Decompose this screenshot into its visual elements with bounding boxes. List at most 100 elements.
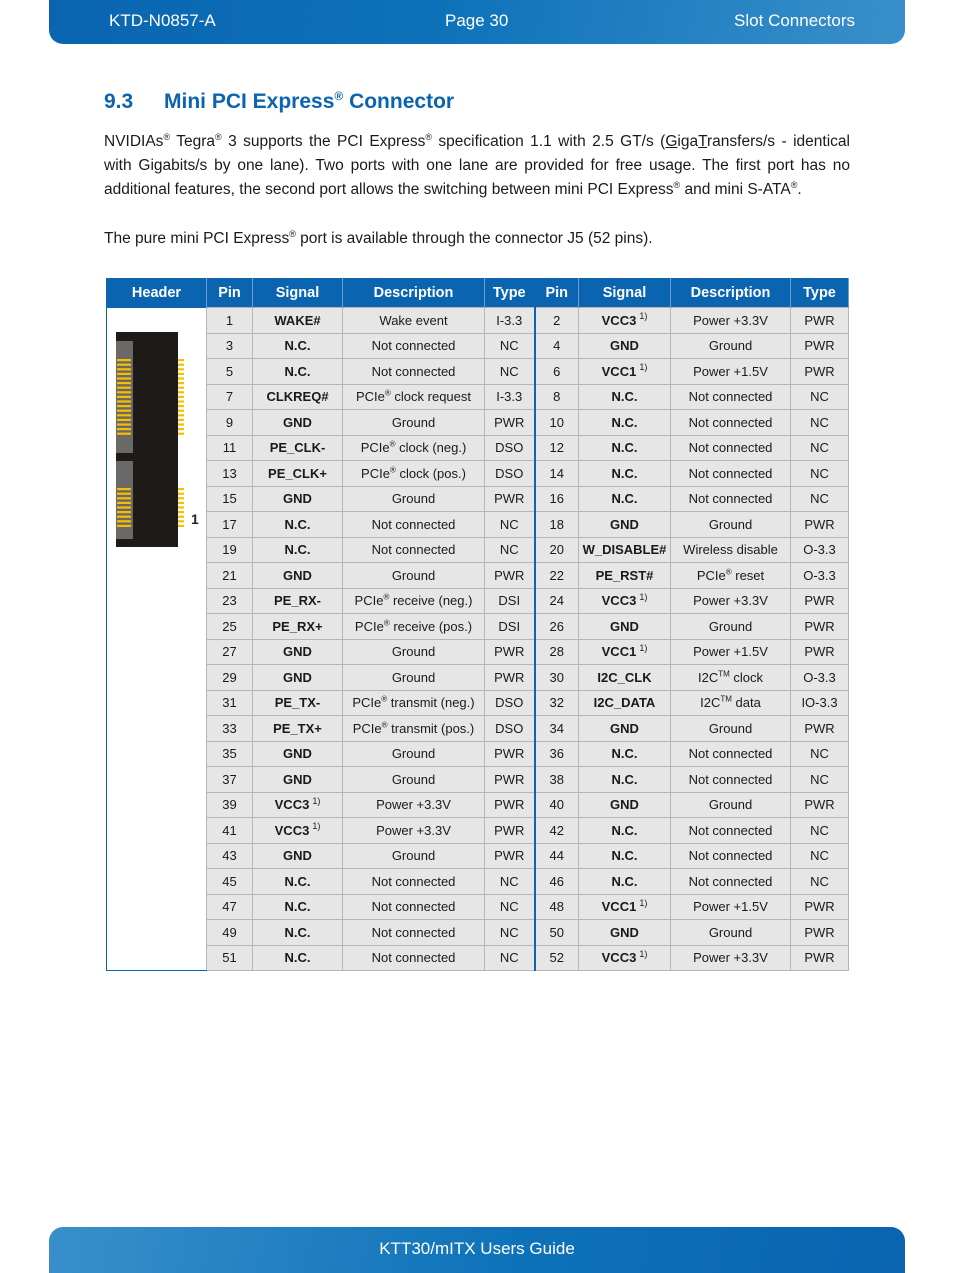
signal-name: GND (252, 664, 343, 691)
pin-number: 25 (206, 613, 253, 640)
text-run: Tegra (170, 133, 216, 150)
connector-contact (178, 414, 184, 417)
table-row: 33 PE_TX+ PCIe® transmit (pos.) DSO 34 GND Gro… (107, 715, 849, 742)
signal-name: W_DISABLE# (578, 536, 671, 563)
connector-contact (117, 395, 131, 398)
table-row: 11 PE_CLK- PCIe® clock (neg.) DSO 12 N.C. Not … (107, 434, 849, 461)
description: Power +3.3V (342, 791, 485, 818)
pin-number: 26 (534, 613, 579, 640)
pin-type: PWR (790, 715, 849, 742)
pin-type: PWR (484, 664, 536, 691)
connector-contact (178, 391, 184, 394)
description: Ground (342, 740, 485, 767)
signal-text: I2C_CLK (597, 669, 652, 685)
pin-type: O-3.3 (790, 536, 849, 563)
connector-contact (178, 359, 184, 362)
pin-number: 51 (206, 944, 253, 971)
description: Not connected (342, 358, 485, 385)
signal-text: GND (610, 338, 639, 354)
signal-text: GND (610, 618, 639, 634)
description: Power +3.3V (670, 587, 791, 614)
table-row: 27 GND Ground PWR 28 VCC1 1) Power +1.5V PWR (107, 638, 849, 665)
signal-name: N.C. (578, 409, 671, 436)
text-run: data (731, 695, 761, 711)
connector-contact (178, 405, 184, 408)
pin-type: PWR (484, 409, 536, 436)
footnote-marker: 1) (639, 897, 648, 908)
table-row: 39 VCC3 1) Power +3.3V PWR 40 GND Ground PWR (107, 791, 849, 818)
signal-name: GND (252, 842, 343, 869)
footnote-marker: 1) (312, 795, 321, 806)
pin-number: 33 (206, 715, 253, 742)
pin-type: NC (484, 919, 536, 946)
pin-type: NC (790, 766, 849, 793)
signal-text: GND (610, 720, 639, 736)
connector-contact (178, 511, 184, 514)
pin-type: NC (790, 434, 849, 461)
footnote-marker: 1) (639, 948, 648, 959)
signal-text: N.C. (284, 924, 311, 940)
connector-contact (178, 501, 184, 504)
pin-number: 31 (206, 689, 253, 716)
registered-mark: ® (215, 131, 222, 142)
pin-number: 47 (206, 893, 253, 920)
connector-contact (178, 428, 184, 431)
pin-type: O-3.3 (790, 664, 849, 691)
column-header: Description (670, 278, 791, 308)
description: Not connected (342, 944, 485, 971)
pin-type: NC (484, 358, 536, 385)
pin-number: 49 (206, 919, 253, 946)
column-header: Description (342, 278, 485, 308)
pin-type: DSO (484, 689, 536, 716)
chapter-title: Slot Connectors (734, 11, 855, 30)
column-header: Pin (206, 278, 253, 308)
signal-text: WAKE# (274, 312, 321, 328)
signal-text: N.C. (611, 414, 638, 430)
pin-number: 9 (206, 409, 253, 436)
text-run: clock (neg.) (395, 440, 467, 456)
signal-text: GND (283, 414, 312, 430)
signal-name: VCC3 1) (578, 587, 671, 614)
connector-contact (117, 418, 131, 421)
connector-contact (178, 497, 184, 500)
connector-contact (178, 368, 184, 371)
connector-contact (178, 432, 184, 435)
signal-text: PE_TX- (274, 695, 321, 711)
description: Ground (342, 562, 485, 589)
trademark-mark: TM (720, 694, 732, 704)
pin-number: 44 (534, 842, 579, 869)
signal-name: N.C. (578, 485, 671, 512)
connector-paragraph: The pure mini PCI Express® port is avail… (104, 227, 850, 251)
signal-name: VCC3 1) (252, 817, 343, 844)
pin-type: DSO (484, 460, 536, 487)
signal-text: GND (283, 491, 312, 507)
pin-type: PWR (484, 740, 536, 767)
text-run: reset (731, 567, 765, 583)
connector-contact (178, 386, 184, 389)
table-row: 5 N.C. Not connected NC 6 VCC1 1) Power +1.5V PW… (107, 358, 849, 385)
signal-text: N.C. (611, 491, 638, 507)
table-row: 3 N.C. Not connected NC 4 GND Ground PWR (107, 332, 849, 359)
page-footer: KTT30/mITX Users Guide (49, 1227, 905, 1273)
column-header: Pin (534, 278, 579, 308)
table-row: 25 PE_RX+ PCIe® receive (pos.) DSI 26 GND Grou… (107, 613, 849, 640)
pin-type: NC (484, 944, 536, 971)
pin-type: DSO (484, 434, 536, 461)
description: Ground (670, 715, 791, 742)
pin-type: NC (484, 511, 536, 538)
signal-name: N.C. (578, 868, 671, 895)
signal-text: W_DISABLE# (582, 542, 667, 558)
connector-contact (178, 377, 184, 380)
pin-type: NC (790, 409, 849, 436)
underlined-letter: G (665, 133, 678, 150)
connector-contact (178, 515, 184, 518)
description: Power +3.3V (670, 307, 791, 334)
signal-text: PE_CLK+ (268, 465, 327, 481)
connector-contact (117, 492, 131, 495)
connector-contact (117, 432, 131, 435)
description: Ground (342, 664, 485, 691)
pin-number: 52 (534, 944, 579, 971)
description: Ground (670, 613, 791, 640)
pin-number: 10 (534, 409, 579, 436)
connector-contact (178, 363, 184, 366)
